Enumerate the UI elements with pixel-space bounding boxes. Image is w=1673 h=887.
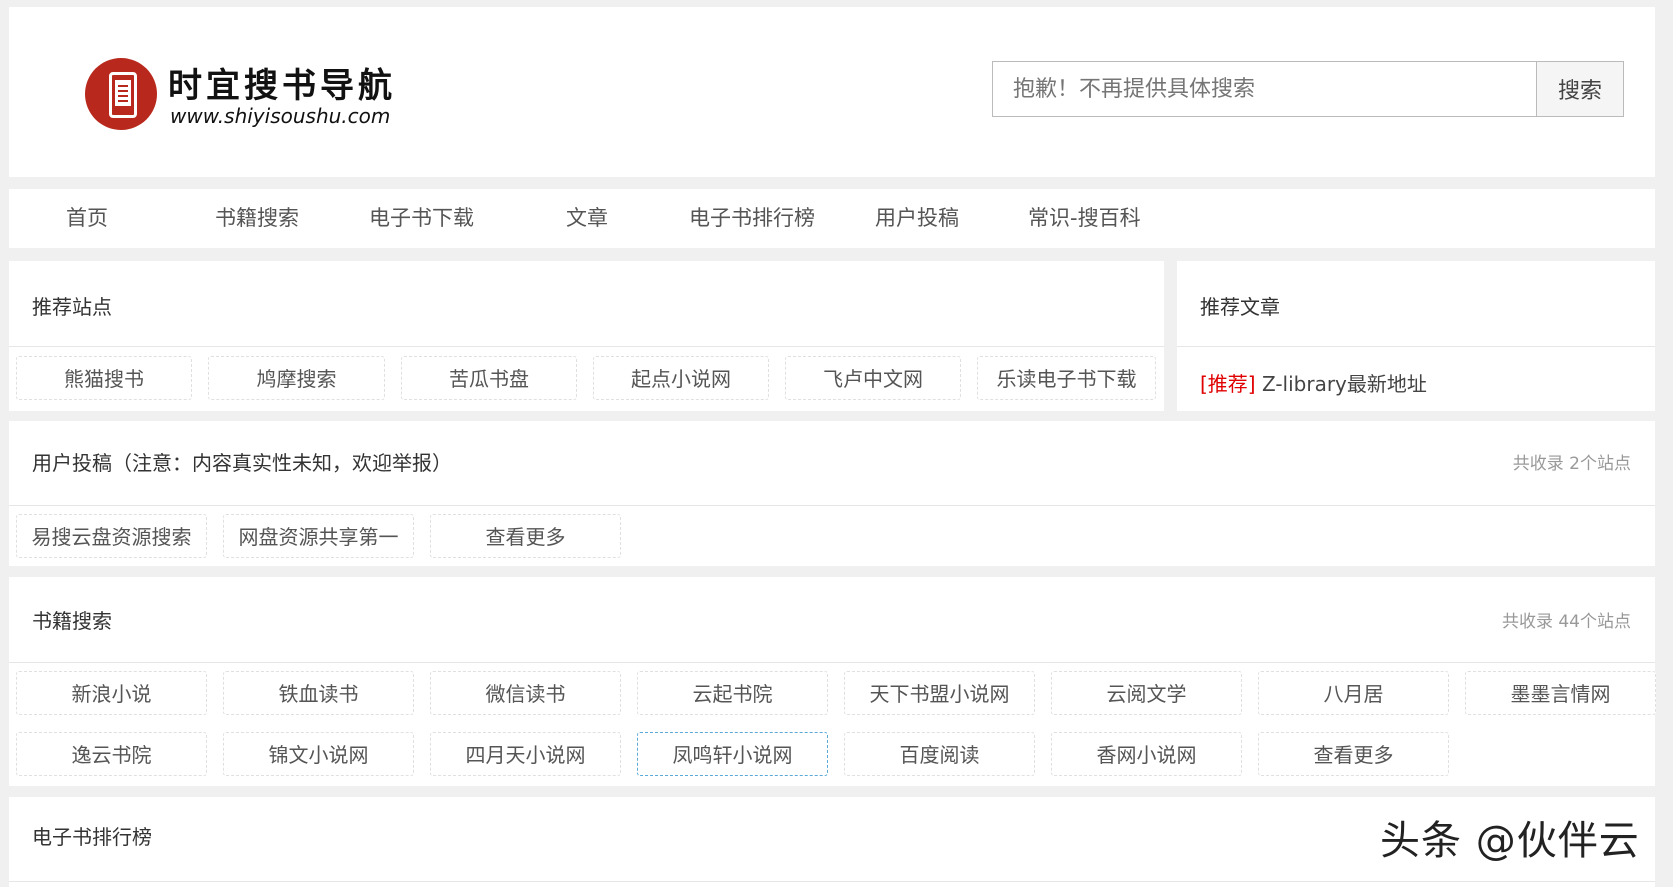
divider [9, 881, 1655, 882]
article-title: Z-library最新地址 [1255, 372, 1427, 396]
site-header: 时宜搜书导航 www.shiyisoushu.com 搜索 [9, 7, 1655, 177]
nav-item-ebook-ranking[interactable]: 电子书排行榜 [689, 189, 815, 248]
site-link[interactable]: 乐读电子书下载 [977, 356, 1156, 400]
site-link[interactable]: 飞卢中文网 [785, 356, 961, 400]
search-input[interactable] [993, 62, 1536, 116]
site-link[interactable]: 天下书盟小说网 [844, 671, 1035, 715]
recommended-sites-panel: 推荐站点 熊猫搜书 鸠摩搜索 苦瓜书盘 起点小说网 飞卢中文网 乐读电子书下载 [9, 261, 1164, 411]
article-link[interactable]: [推荐] Z-library最新地址 [1200, 368, 1427, 397]
site-link[interactable]: 微信读书 [430, 671, 621, 715]
site-link[interactable]: 墨墨言情网 [1465, 671, 1656, 715]
site-link[interactable]: 易搜云盘资源搜索 [16, 514, 207, 558]
site-link[interactable]: 八月居 [1258, 671, 1449, 715]
book-phone-icon [109, 72, 137, 118]
nav-item-articles[interactable]: 文章 [566, 189, 608, 248]
search-box: 搜索 [992, 61, 1624, 117]
search-button[interactable]: 搜索 [1536, 62, 1623, 116]
nav-item-book-search[interactable]: 书籍搜索 [215, 189, 299, 248]
recommended-articles-panel: 推荐文章 [推荐] Z-library最新地址 [1177, 261, 1655, 411]
site-link[interactable]: 熊猫搜书 [16, 356, 192, 400]
section-title: 推荐站点 [32, 295, 112, 319]
section-title: 电子书排行榜 [32, 825, 152, 849]
site-title: 时宜搜书导航 [168, 66, 396, 106]
divider [1177, 346, 1655, 347]
site-count: 共收录 44个站点 [1501, 612, 1631, 632]
nav-item-ebook-download[interactable]: 电子书下载 [369, 189, 474, 248]
user-submissions-panel: 用户投稿（注意：内容真实性未知，欢迎举报） 共收录 2个站点 易搜云盘资源搜索 … [9, 421, 1655, 566]
divider [9, 505, 1655, 506]
logo-emblem [85, 58, 157, 130]
view-more-link[interactable]: 查看更多 [430, 514, 621, 558]
site-logo[interactable]: 时宜搜书导航 www.shiyisoushu.com [76, 52, 406, 137]
main-nav: 首页 书籍搜索 电子书下载 文章 电子书排行榜 用户投稿 常识-搜百科 [9, 189, 1655, 248]
site-link[interactable]: 鸠摩搜索 [208, 356, 385, 400]
watermark: 头条 @伙伴云 [1380, 818, 1640, 864]
divider [9, 346, 1164, 347]
site-link[interactable]: 云起书院 [637, 671, 828, 715]
site-link[interactable]: 铁血读书 [223, 671, 414, 715]
site-link[interactable]: 锦文小说网 [223, 732, 414, 776]
divider [9, 662, 1655, 663]
site-url: www.shiyisoushu.com [170, 104, 391, 128]
view-more-link[interactable]: 查看更多 [1258, 732, 1449, 776]
site-link[interactable]: 四月天小说网 [430, 732, 621, 776]
section-title: 书籍搜索 [32, 609, 112, 633]
article-badge: [推荐] [1200, 372, 1256, 396]
site-link[interactable]: 新浪小说 [16, 671, 207, 715]
section-title: 推荐文章 [1200, 295, 1280, 319]
site-link[interactable]: 逸云书院 [16, 732, 207, 776]
nav-item-encyclopedia[interactable]: 常识-搜百科 [1028, 189, 1141, 248]
site-link[interactable]: 起点小说网 [593, 356, 769, 400]
site-count: 共收录 2个站点 [1512, 454, 1631, 474]
site-link[interactable]: 香网小说网 [1051, 732, 1242, 776]
section-title: 用户投稿（注意：内容真实性未知，欢迎举报） [32, 451, 452, 475]
nav-item-user-submissions[interactable]: 用户投稿 [875, 189, 959, 248]
book-search-panel: 书籍搜索 共收录 44个站点 新浪小说 铁血读书 微信读书 云起书院 天下书盟小… [9, 577, 1656, 786]
site-link[interactable]: 百度阅读 [844, 732, 1035, 776]
site-link[interactable]: 云阅文学 [1051, 671, 1242, 715]
site-link[interactable]: 苦瓜书盘 [401, 356, 577, 400]
nav-item-home[interactable]: 首页 [66, 189, 108, 248]
site-link[interactable]: 网盘资源共享第一 [223, 514, 414, 558]
site-link-hovered[interactable]: 凤鸣轩小说网 [637, 732, 828, 776]
